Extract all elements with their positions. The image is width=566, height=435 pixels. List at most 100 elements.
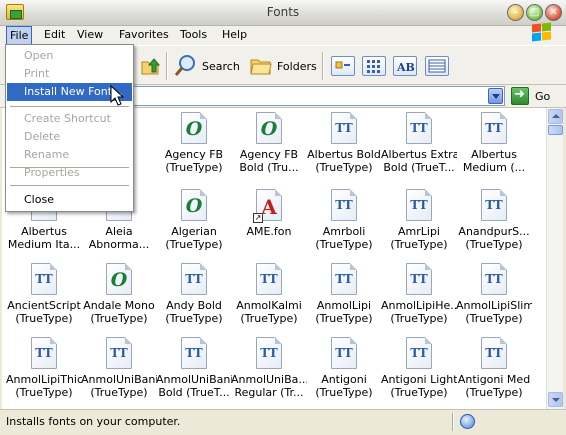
raster-font-icon: ↗ A	[253, 189, 282, 223]
font-item[interactable]: TT Antigoni Med (TrueType)	[456, 337, 532, 409]
font-item-name: AnmolUniBani	[81, 373, 157, 386]
vertical-scrollbar[interactable]	[546, 108, 563, 409]
minimize-button[interactable]: –	[507, 4, 524, 21]
font-item-name: Aleia	[105, 225, 133, 238]
scroll-thumb[interactable]	[548, 125, 563, 135]
scroll-down-button[interactable]	[548, 392, 563, 407]
search-icon	[174, 55, 195, 76]
menu-item-rename: Rename	[24, 148, 70, 161]
scroll-up-button[interactable]	[548, 109, 563, 124]
font-item-name: Albertus	[21, 225, 67, 238]
folders-icon	[250, 59, 272, 75]
tt-font-icon: TT	[31, 263, 57, 295]
tt-font-icon: TT	[406, 337, 432, 369]
font-item[interactable]: TT AnmolLipi (TrueType)	[306, 263, 382, 337]
menu-view[interactable]: View	[77, 26, 103, 45]
font-item[interactable]: O Agency FB (TrueType)	[156, 112, 232, 186]
font-item[interactable]: TT AnmolUniBani Bold (TrueT...	[156, 337, 232, 409]
view-details-button[interactable]	[425, 56, 449, 76]
toolbar-separator	[322, 52, 324, 80]
font-item[interactable]: TT Andy Bold (TrueType)	[156, 263, 232, 337]
view-similarity-button[interactable]: AB	[393, 56, 417, 76]
menu-favorites[interactable]: Favorites	[119, 26, 169, 45]
font-item[interactable]: TT Albertus Extra Bold (TrueT...	[381, 112, 457, 186]
font-item-type: (TrueType)	[465, 386, 523, 399]
font-item[interactable]: TT AnmolUniBa... Regular (Tr...	[231, 337, 307, 409]
menu-item-open: Open	[24, 49, 54, 62]
font-item-type: Medium (...	[462, 161, 526, 174]
view-large-icons-button[interactable]	[331, 56, 355, 76]
font-item[interactable]: TT Antigoni (TrueType)	[306, 337, 382, 409]
font-item[interactable]: TT AnmolLipiSlim (TrueType)	[456, 263, 532, 337]
tt-font-icon: TT	[181, 337, 207, 369]
up-folder-icon[interactable]	[140, 56, 160, 76]
font-item[interactable]: TT Amrboli (TrueType)	[306, 189, 382, 263]
menu-edit[interactable]: Edit	[44, 26, 65, 45]
font-item-name: AnmolLipiThick	[6, 373, 82, 386]
font-item-name: Antigoni Med	[457, 373, 531, 386]
font-item[interactable]: TT AnandpurS... (TrueType)	[456, 189, 532, 263]
font-item[interactable]: O Andale Mono (TrueType)	[81, 263, 157, 337]
close-button[interactable]: ✕	[545, 4, 562, 21]
opentype-font-icon: O	[256, 112, 282, 144]
font-item-name: Albertus Extra	[381, 148, 457, 161]
folders-button[interactable]: Folders	[249, 53, 317, 79]
font-item[interactable]: O Agency FB Bold (Tru...	[231, 112, 307, 186]
similarity-view-icon: AB	[396, 61, 415, 74]
font-item-name: AnmolUniBani	[156, 373, 232, 386]
font-item-type: Medium Ita...	[7, 238, 81, 251]
tt-font-icon: TT	[106, 337, 132, 369]
tt-font-icon: TT	[331, 112, 357, 144]
tt-font-icon: TT	[406, 189, 432, 221]
font-item[interactable]: TT Albertus Medium (...	[456, 112, 532, 186]
maximize-button[interactable]: □	[526, 4, 543, 21]
font-item-type: (TrueType)	[390, 386, 448, 399]
font-item[interactable]: ↗ A AME.fon	[231, 189, 307, 263]
font-item[interactable]: TT AnmolKalmi (TrueType)	[231, 263, 307, 337]
go-button-label[interactable]: Go	[535, 90, 550, 103]
font-item-name: AncientScript	[7, 299, 81, 312]
font-item-type: (TrueType)	[15, 312, 73, 325]
minimize-icon: –	[513, 7, 518, 18]
file-menu-dropdown: Open Print Install New Font... Create Sh…	[5, 44, 134, 212]
tt-font-icon: TT	[481, 337, 507, 369]
maximize-icon: □	[529, 7, 540, 18]
font-item[interactable]: TT Albertus Bold (TrueType)	[306, 112, 382, 186]
font-item[interactable]: TT AnmolLipiThick (TrueType)	[6, 337, 82, 409]
menu-item-close[interactable]: Close	[7, 191, 132, 209]
menu-file[interactable]: File	[6, 26, 33, 45]
tt-font-icon: TT	[331, 263, 357, 295]
font-item[interactable]: TT AnmolUniBani (TrueType)	[81, 337, 157, 409]
font-item[interactable]: TT Antigoni Light (TrueType)	[381, 337, 457, 409]
go-arrow-icon[interactable]	[511, 87, 529, 105]
search-button-label: Search	[202, 59, 240, 73]
tt-font-icon: TT	[256, 337, 282, 369]
mouse-cursor-icon	[110, 85, 124, 106]
menu-help[interactable]: Help	[222, 26, 247, 45]
opentype-font-icon: O	[181, 189, 207, 221]
font-item-name: AME.fon	[246, 225, 292, 238]
font-item-name: AnandpurS...	[458, 225, 530, 238]
title-bar: Fonts – □ ✕	[0, 0, 566, 26]
font-item[interactable]: O Algerian (TrueType)	[156, 189, 232, 263]
font-item-type: Bold (Tru...	[239, 161, 299, 174]
font-item-type: (TrueType)	[315, 161, 373, 174]
font-item-type: (TrueType)	[165, 161, 223, 174]
menu-item-delete: Delete	[24, 130, 61, 143]
tt-font-icon: TT	[331, 189, 357, 221]
window-title: Fonts	[266, 5, 300, 19]
font-item-name: Agency FB	[239, 148, 299, 161]
font-item-name: Albertus	[471, 148, 517, 161]
status-separator	[452, 413, 454, 431]
font-item[interactable]: TT AncientScript (TrueType)	[6, 263, 82, 337]
address-dropdown-button[interactable]	[488, 88, 503, 104]
font-item-type: (TrueType)	[165, 312, 223, 325]
search-button[interactable]: Search	[174, 53, 240, 79]
font-item[interactable]: TT AmrLipi (TrueType)	[381, 189, 457, 263]
menu-tools[interactable]: Tools	[180, 26, 207, 45]
view-list-button[interactable]	[362, 56, 386, 76]
tt-font-icon: TT	[406, 112, 432, 144]
font-item[interactable]: TT AnmolLipiHe... (TrueType)	[381, 263, 457, 337]
address-input[interactable]	[130, 86, 505, 106]
font-item-type: Abnorma...	[88, 238, 150, 251]
